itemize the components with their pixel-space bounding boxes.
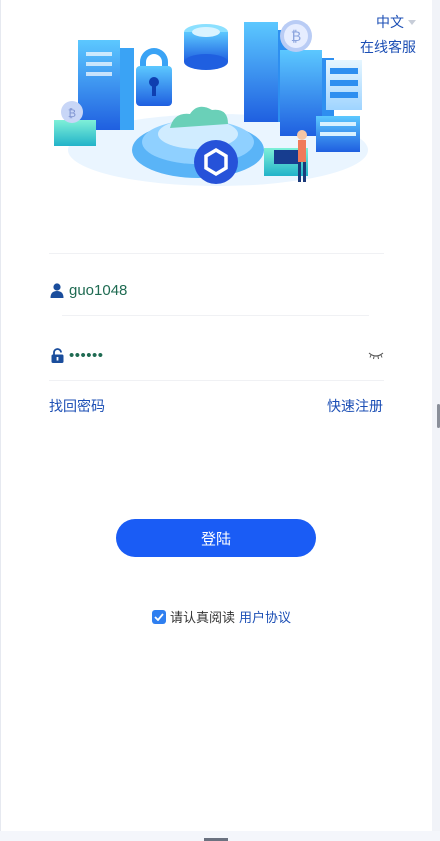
user-icon <box>49 282 65 298</box>
divider <box>62 315 369 316</box>
lock-icon <box>49 347 65 363</box>
agreement-row: 请认真阅读 用户协议 <box>152 607 291 626</box>
online-service-link[interactable]: 在线客服 <box>360 37 416 57</box>
hero-illustration: ₿ ₿ <box>54 20 368 186</box>
username-input[interactable] <box>69 281 329 299</box>
svg-text:₿: ₿ <box>68 107 76 120</box>
chevron-down-icon <box>408 19 416 25</box>
agreement-text: 请认真阅读 <box>170 610 236 625</box>
user-agreement-link[interactable]: 用户协议 <box>239 607 291 626</box>
username-row <box>49 275 384 305</box>
forgot-password-link[interactable]: 找回密码 <box>49 396 105 416</box>
divider <box>49 253 384 254</box>
svg-text:₿: ₿ <box>291 29 301 45</box>
eye-closed-icon[interactable] <box>368 348 384 360</box>
language-label: 中文 <box>376 14 404 30</box>
agreement-checkbox[interactable] <box>152 609 166 624</box>
check-icon <box>154 612 164 621</box>
register-link[interactable]: 快速注册 <box>327 396 383 416</box>
password-row: •••••• <box>49 340 384 370</box>
language-selector[interactable]: 中文 <box>376 12 416 32</box>
password-input[interactable]: •••••• <box>69 347 104 364</box>
divider <box>49 380 384 381</box>
login-button[interactable]: 登陆 <box>116 519 316 557</box>
